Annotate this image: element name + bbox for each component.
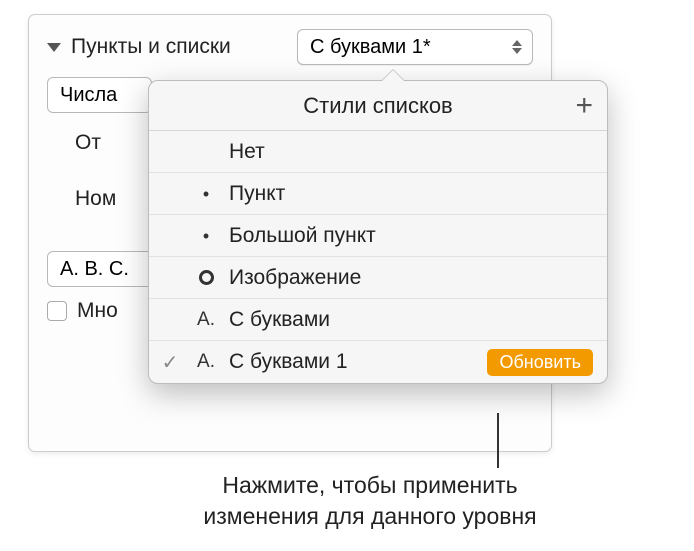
list-style-dropdown[interactable]: С буквами 1*: [297, 29, 533, 65]
checkmark-icon: ✓: [157, 350, 183, 375]
callout-line2: изменения для данного уровня: [203, 503, 536, 529]
list-item-label: Нет: [229, 140, 593, 164]
tiered-checkbox-label: Мно: [77, 299, 118, 323]
list-item-label: Изображение: [229, 266, 593, 290]
list-item[interactable]: A. С буквами: [149, 299, 607, 341]
letter-marker: A.: [193, 309, 219, 331]
bullets-lists-row: Пункты и списки С буквами 1*: [47, 29, 533, 65]
callout-leader-line: [497, 413, 499, 468]
numbers-dropdown[interactable]: Числа: [47, 77, 152, 113]
bullets-lists-label: Пункты и списки: [71, 35, 287, 59]
list-item-selected[interactable]: ✓ A. С буквами 1 Обновить: [149, 341, 607, 383]
callout-text: Нажмите, чтобы применить изменения для д…: [110, 470, 630, 532]
bullet-icon: •: [193, 227, 219, 245]
callout-line1: Нажмите, чтобы применить: [222, 472, 517, 498]
popover-title: Стили списков: [303, 93, 453, 119]
list-style-dropdown-value: С буквами 1*: [310, 36, 431, 59]
popover-header: Стили списков +: [149, 81, 607, 131]
image-bullet-icon: [193, 270, 219, 285]
popover-list: Нет • Пункт • Большой пункт Изображение …: [149, 131, 607, 383]
add-style-button[interactable]: +: [575, 91, 593, 121]
tiered-checkbox[interactable]: [47, 301, 67, 321]
numbers-dropdown-value: Числа: [60, 84, 117, 107]
chevron-updown-icon: [512, 40, 522, 54]
letter-marker: A.: [193, 351, 219, 373]
list-item[interactable]: • Пункт: [149, 173, 607, 215]
list-item-label: С буквами 1: [229, 350, 477, 374]
disclosure-triangle-icon[interactable]: [47, 43, 61, 52]
list-item[interactable]: • Большой пункт: [149, 215, 607, 257]
list-item-label: Пункт: [229, 182, 593, 206]
list-item[interactable]: Нет: [149, 131, 607, 173]
list-item[interactable]: Изображение: [149, 257, 607, 299]
update-button[interactable]: Обновить: [487, 349, 593, 376]
bullet-icon: •: [193, 185, 219, 203]
format-preview-value: A. B. C.: [60, 258, 129, 281]
list-styles-popover: Стили списков + Нет • Пункт • Большой пу…: [148, 80, 608, 384]
list-item-label: С буквами: [229, 308, 593, 332]
list-item-label: Большой пункт: [229, 224, 593, 248]
